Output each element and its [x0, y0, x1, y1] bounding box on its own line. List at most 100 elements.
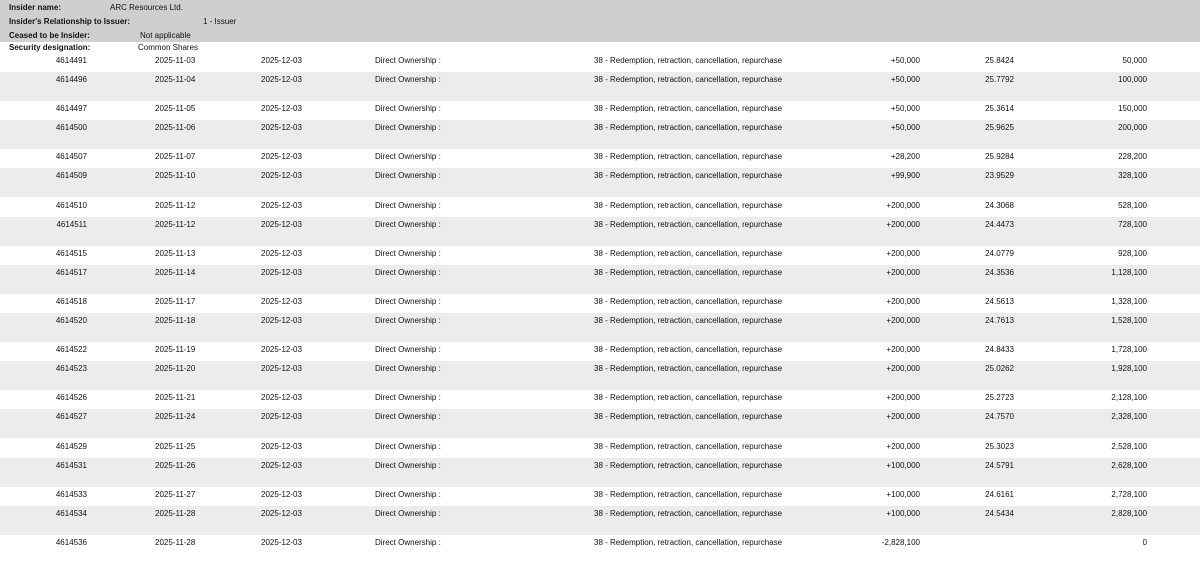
transactions-table: 4614491 2025-11-03 2025-12-03 Direct Owners…	[0, 52, 1200, 582]
nature-of-transaction-cell: 38 - Redemption, retraction, cancellatio…	[594, 219, 783, 229]
filing-date-cell: 2025-12-03	[261, 296, 302, 306]
quantity-cell: +99,900	[890, 171, 920, 181]
unit-price-cell: 25.2723	[985, 393, 1014, 403]
ownership-cell: Direct Ownership :	[375, 248, 441, 258]
nature-of-transaction-cell: 38 - Redemption, retraction, cancellatio…	[594, 171, 783, 181]
quantity-cell: +200,000	[886, 315, 920, 325]
unit-price-cell: 25.3614	[985, 104, 1014, 114]
unit-price-cell: 24.5613	[985, 296, 1014, 306]
transaction-date-cell: 2025-11-21	[155, 393, 196, 403]
filing-date-cell: 2025-12-03	[261, 364, 302, 374]
transaction-date-cell: 2025-11-13	[155, 248, 196, 258]
quantity-cell: +100,000	[886, 460, 920, 470]
unit-price-cell: 25.3023	[985, 441, 1014, 451]
table-row: 4614491 2025-11-03 2025-12-03 Direct Owners…	[0, 54, 1200, 68]
quantity-cell: +200,000	[886, 267, 920, 277]
quantity-cell: +200,000	[886, 248, 920, 258]
transaction-id-cell: 4614500	[55, 123, 87, 133]
transaction-id-cell: 4614529	[55, 441, 87, 451]
transaction-date-cell: 2025-11-03	[155, 56, 196, 65]
transaction-id-cell: 4614497	[55, 104, 87, 114]
transaction-id-cell: 4614527	[55, 412, 87, 422]
closing-balance-cell: 0	[1142, 537, 1147, 547]
transaction-date-cell: 2025-11-20	[155, 364, 196, 374]
closing-balance-cell: 100,000	[1118, 75, 1147, 84]
unit-price-cell: 23.9529	[985, 171, 1014, 181]
closing-balance-cell: 228,200	[1118, 152, 1147, 162]
transaction-id-cell: 4614522	[55, 345, 87, 355]
nature-of-transaction-cell: 38 - Redemption, retraction, cancellatio…	[594, 537, 783, 547]
table-row: 4614534 2025-11-28 2025-12-03 Direct Owners…	[0, 507, 1200, 521]
quantity-cell: +200,000	[886, 412, 920, 422]
quantity-cell: +100,000	[886, 508, 920, 518]
ownership-cell: Direct Ownership :	[375, 345, 441, 355]
quantity-cell: +28,200	[890, 152, 920, 162]
filing-date-cell: 2025-12-03	[261, 508, 302, 518]
insider-name-value: ARC Resources Ltd.	[110, 3, 183, 12]
unit-price-cell: 25.9625	[985, 123, 1014, 133]
nature-of-transaction-cell: 38 - Redemption, retraction, cancellatio…	[594, 104, 783, 114]
nature-of-transaction-cell: 38 - Redemption, retraction, cancellatio…	[594, 200, 783, 210]
filing-date-cell: 2025-12-03	[261, 171, 302, 181]
table-row: 4614509 2025-11-10 2025-12-03 Direct Owners…	[0, 169, 1200, 183]
closing-balance-cell: 2,728,100	[1111, 489, 1147, 499]
security-designation-label: Security designation:	[9, 43, 91, 52]
row-group: 4614536 2025-11-28 2025-12-03 Direct Owners…	[0, 534, 1200, 582]
filing-date-cell: 2025-12-03	[261, 489, 302, 499]
quantity-cell: +200,000	[886, 200, 920, 210]
unit-price-cell: 24.3536	[985, 267, 1014, 277]
table-row: 4614533 2025-11-27 2025-12-03 Direct Owners…	[0, 488, 1200, 502]
filing-date-cell: 2025-12-03	[261, 441, 302, 451]
unit-price-cell: 24.8433	[985, 345, 1014, 355]
row-group: 4614518 2025-11-17 2025-12-03 Direct Owners…	[0, 293, 1200, 342]
row-group: 4614497 2025-11-05 2025-12-03 Direct Owners…	[0, 100, 1200, 150]
transaction-date-cell: 2025-11-12	[155, 200, 196, 210]
transaction-id-cell: 4614518	[55, 296, 87, 306]
quantity-cell: +200,000	[886, 219, 920, 229]
ownership-cell: Direct Ownership :	[375, 267, 441, 277]
transaction-id-cell: 4614520	[55, 315, 87, 325]
ownership-cell: Direct Ownership :	[375, 364, 441, 374]
transaction-date-cell: 2025-11-27	[155, 489, 196, 499]
ownership-cell: Direct Ownership :	[375, 489, 441, 499]
table-row: 4614515 2025-11-13 2025-12-03 Direct Owners…	[0, 247, 1200, 261]
quantity-cell: +50,000	[890, 75, 920, 84]
relationship-label: Insider's Relationship to Issuer:	[9, 17, 131, 26]
nature-of-transaction-cell: 38 - Redemption, retraction, cancellatio…	[594, 267, 783, 277]
unit-price-cell: 25.9284	[985, 152, 1014, 162]
nature-of-transaction-cell: 38 - Redemption, retraction, cancellatio…	[594, 315, 783, 325]
table-row: 4614500 2025-11-06 2025-12-03 Direct Owners…	[0, 121, 1200, 135]
ceased-value: Not applicable	[140, 31, 191, 40]
transaction-date-cell: 2025-11-05	[155, 104, 196, 114]
transaction-id-cell: 4614509	[55, 171, 87, 181]
nature-of-transaction-cell: 38 - Redemption, retraction, cancellatio…	[594, 508, 783, 518]
transaction-id-cell: 4614517	[55, 267, 87, 277]
transaction-id-cell: 4614491	[55, 56, 87, 65]
transaction-date-cell: 2025-11-14	[155, 267, 196, 277]
row-group: 4614491 2025-11-03 2025-12-03 Direct Owners…	[0, 52, 1200, 101]
transaction-id-cell: 4614523	[55, 364, 87, 374]
table-row: 4614517 2025-11-14 2025-12-03 Direct Owners…	[0, 266, 1200, 280]
table-row: 4614511 2025-11-12 2025-12-03 Direct Owners…	[0, 218, 1200, 232]
closing-balance-cell: 328,100	[1118, 171, 1147, 181]
quantity-cell: +50,000	[890, 56, 920, 65]
quantity-cell: -2,828,100	[881, 537, 920, 547]
ownership-cell: Direct Ownership :	[375, 171, 441, 181]
table-row: 4614523 2025-11-20 2025-12-03 Direct Owners…	[0, 362, 1200, 376]
table-row: 4614518 2025-11-17 2025-12-03 Direct Owners…	[0, 295, 1200, 309]
transaction-date-cell: 2025-11-06	[155, 123, 196, 133]
nature-of-transaction-cell: 38 - Redemption, retraction, cancellatio…	[594, 75, 783, 84]
filing-date-cell: 2025-12-03	[261, 104, 302, 114]
transaction-id-cell: 4614531	[55, 460, 87, 470]
closing-balance-cell: 150,000	[1118, 104, 1147, 114]
closing-balance-cell: 728,100	[1118, 219, 1147, 229]
table-row: 4614527 2025-11-24 2025-12-03 Direct Owners…	[0, 410, 1200, 424]
closing-balance-cell: 1,928,100	[1111, 364, 1147, 374]
unit-price-cell: 24.4473	[985, 219, 1014, 229]
quantity-cell: +200,000	[886, 393, 920, 403]
ceased-row: Ceased to be Insider: Not applicable	[0, 28, 1200, 42]
unit-price-cell: 24.3068	[985, 200, 1014, 210]
insider-name-label: Insider name:	[9, 3, 62, 12]
ownership-cell: Direct Ownership :	[375, 56, 441, 65]
ownership-cell: Direct Ownership :	[375, 315, 441, 325]
